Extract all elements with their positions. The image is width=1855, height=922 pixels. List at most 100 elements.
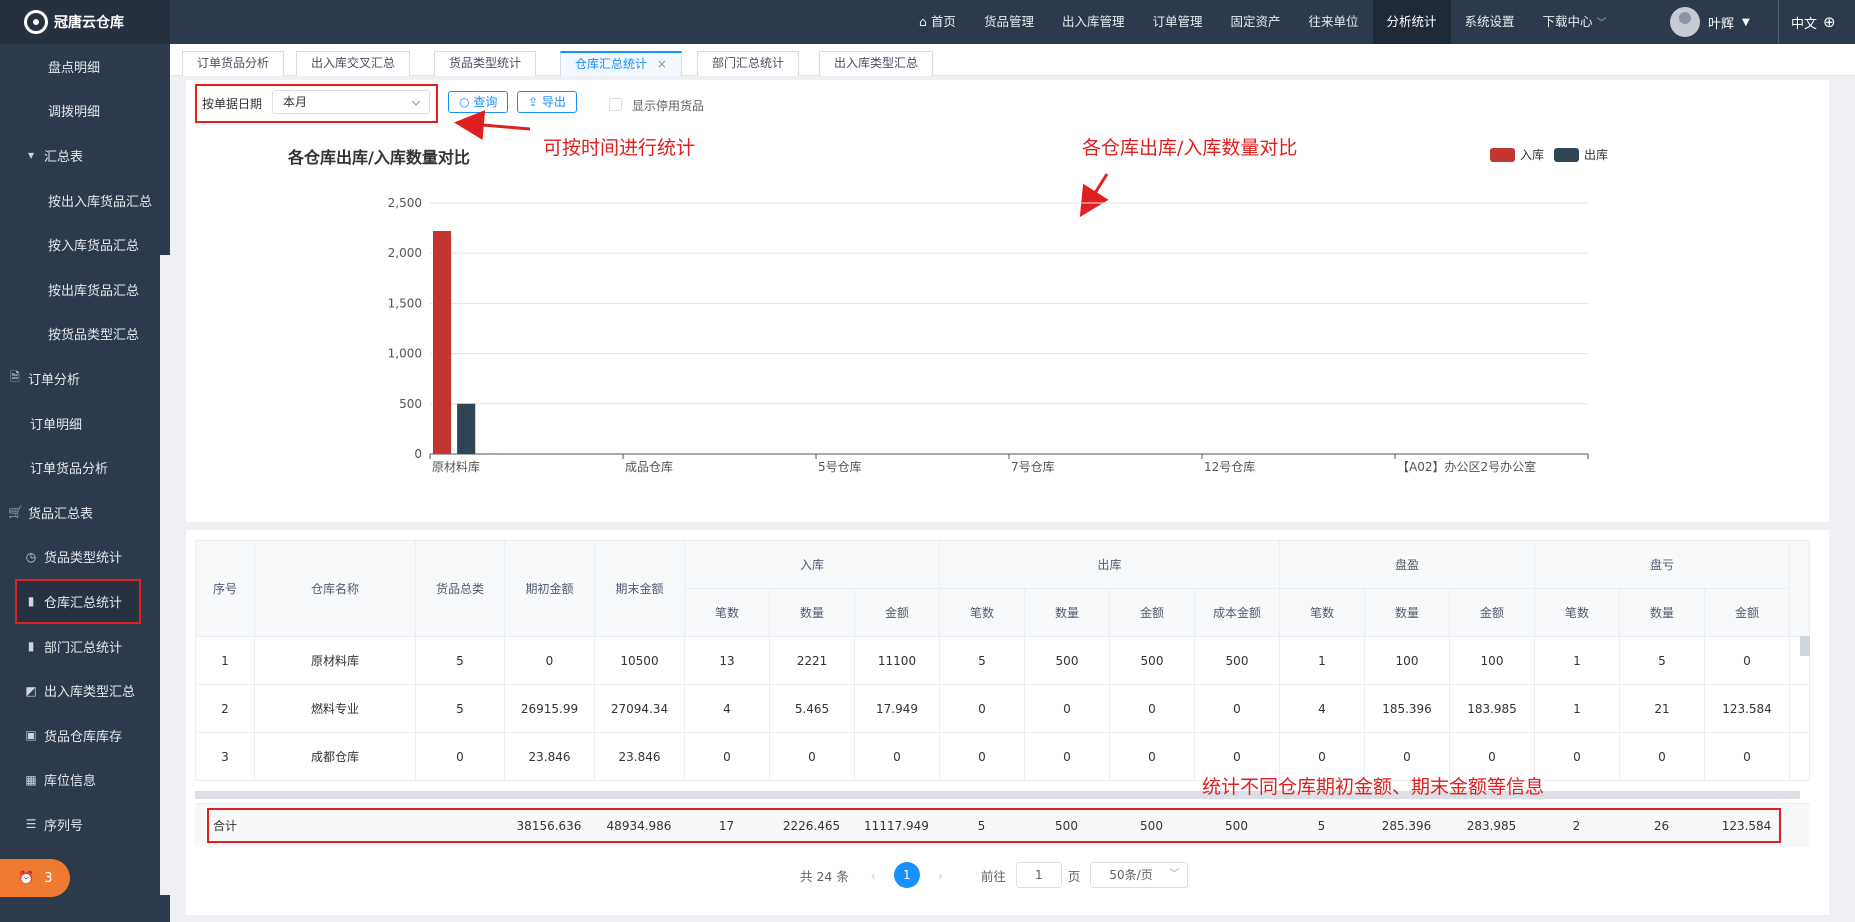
sidebar-item[interactable]: 盘点明细: [0, 44, 170, 89]
nav-item-inout[interactable]: 出入库管理: [1048, 0, 1139, 44]
tab-warehouse-summary[interactable]: 仓库汇总统计 ×: [560, 51, 682, 76]
app-logo[interactable]: 冠唐云仓库: [0, 0, 170, 44]
table-cell: 0: [1109, 684, 1195, 733]
prev-page-icon[interactable]: ‹: [871, 868, 876, 883]
sidebar-item[interactable]: 按出入库货品汇总: [0, 178, 170, 223]
chart-annotation: 各仓库出库/入库数量对比: [1082, 137, 1298, 159]
sidebar-scrollbar[interactable]: [160, 255, 170, 895]
sidebar-item[interactable]: ▣ 货品仓库库存: [0, 713, 170, 758]
table-cell: 13: [684, 636, 770, 685]
chevron-down-icon: [411, 97, 421, 106]
page-size-select[interactable]: 50条/页 ﹀: [1090, 862, 1189, 888]
table-cell: 0: [939, 684, 1025, 733]
sidebar-item[interactable]: 按入库货品汇总: [0, 222, 170, 267]
table-cell: 10500: [594, 636, 685, 685]
sidebar-item-label: 按出库货品汇总: [48, 283, 140, 299]
sidebar-item[interactable]: 按出库货品汇总: [0, 267, 170, 312]
page-tabs: 订单货品分析 出入库交叉汇总 货品类型统计 仓库汇总统计 × 部门汇总统计 出入…: [170, 44, 1855, 76]
table-cell: 0: [769, 732, 855, 781]
table-cell: 21: [1619, 684, 1705, 733]
table-cell: 11100: [854, 636, 940, 685]
sidebar-item-label: 订单货品分析: [30, 462, 109, 478]
table-cell: 0: [1024, 732, 1110, 781]
language-switch[interactable]: 中文 ⊕: [1778, 0, 1836, 44]
col-out-cost: 成本金额: [1194, 588, 1280, 637]
date-filter-label: 按单据日期: [202, 97, 263, 111]
nav-item-home[interactable]: ⌂ 首页: [905, 0, 970, 44]
grid-icon: ▦: [25, 772, 37, 787]
tab-inout-type-summary[interactable]: 出入库类型汇总: [819, 51, 934, 76]
row-gutter: [1789, 732, 1810, 781]
user-menu[interactable]: 叶辉 ▼: [1670, 0, 1750, 44]
tab-department-summary[interactable]: 部门汇总统计: [697, 51, 800, 76]
date-range-select[interactable]: 本月: [272, 90, 430, 114]
table-vertical-scrollbar[interactable]: [1800, 636, 1810, 656]
notification-badge[interactable]: ⏰ 3: [0, 859, 70, 897]
nav-item-downloads[interactable]: 下载中心 ﹀: [1529, 0, 1621, 44]
col-in-count: 笔数: [684, 588, 770, 637]
table-cell: 26915.99: [504, 684, 595, 733]
sidebar-item-label: 库位信息: [44, 774, 97, 790]
sidebar-item[interactable]: ☰ 序列号: [0, 802, 170, 847]
table-row[interactable]: 1 原材料库 5 0 10500 13 2221 11100 5 500 500 500 1 100 100…: [195, 636, 1810, 685]
sidebar-item[interactable]: 按货品类型汇总: [0, 312, 170, 357]
table-cell: 500: [1194, 636, 1280, 685]
close-icon[interactable]: ×: [657, 57, 667, 71]
nav-item-goods[interactable]: 货品管理: [970, 0, 1048, 44]
nav-item-orders[interactable]: 订单管理: [1138, 0, 1216, 44]
page-number-current[interactable]: 1: [893, 862, 920, 888]
sidebar-item[interactable]: 🛒 货品汇总表: [0, 490, 170, 535]
sidebar-item[interactable]: ◩ 出入库类型汇总: [0, 668, 170, 713]
sidebar-item[interactable]: 订单货品分析: [0, 445, 170, 490]
next-page-icon[interactable]: ›: [938, 868, 943, 883]
sidebar-item[interactable]: ▮ 仓库汇总统计: [15, 579, 141, 624]
nav-item-settings[interactable]: 系统设置: [1451, 0, 1529, 44]
nav-item-partners[interactable]: 往来单位: [1295, 0, 1373, 44]
col-loss-qty: 数量: [1619, 588, 1705, 637]
tab-order-goods-analysis[interactable]: 订单货品分析: [182, 51, 285, 76]
tab-goods-type-stats[interactable]: 货品类型统计: [434, 51, 537, 76]
table-row[interactable]: 2 燃料专业 5 26915.99 27094.34 4 5.465 17.949 0 0 0 0 4 1…: [195, 684, 1810, 733]
sidebar-item[interactable]: ▦ 库位信息: [0, 758, 170, 803]
nav-item-assets[interactable]: 固定资产: [1216, 0, 1294, 44]
export-button[interactable]: ⇪ 导出: [517, 91, 577, 113]
col-closing-amount: 期末金额: [594, 540, 685, 637]
table-cell: 5: [415, 684, 505, 733]
home-icon: ⌂: [919, 14, 927, 29]
query-button[interactable]: ○ 查询: [448, 91, 509, 113]
table-cell: 0: [504, 636, 595, 685]
filter-annotation: 可按时间进行统计: [543, 137, 696, 159]
sidebar-item[interactable]: 🗎 订单分析: [0, 356, 170, 401]
nav-item-analytics[interactable]: 分析统计: [1372, 0, 1451, 44]
top-bar: 冠唐云仓库 ⌂ 首页 货品管理 出入库管理 订单管理 固定资产 往来单位 分析统…: [0, 0, 1855, 44]
col-warehouse-name: 仓库名称: [254, 540, 416, 637]
table-horizontal-scrollbar[interactable]: [195, 791, 1800, 799]
avatar: [1670, 7, 1700, 37]
show-disabled-checkbox[interactable]: [609, 98, 622, 111]
table-cell: 17.949: [854, 684, 940, 733]
clock-icon: ◷: [25, 549, 37, 564]
table-cell: 0: [415, 732, 505, 781]
sidebar-item-label: 出入库类型汇总: [44, 685, 136, 701]
table-row[interactable]: 3 成都仓库 0 23.846 23.846 0 0 0 0 0 0 0 0 0 0 0 0 0: [195, 732, 1810, 781]
sidebar-item[interactable]: ▾ 汇总表: [0, 133, 170, 178]
table-cell: 1: [1534, 636, 1620, 685]
sidebar-item[interactable]: ◷ 货品类型统计: [0, 535, 170, 580]
sidebar-item[interactable]: ▮ 部门汇总统计: [0, 624, 170, 669]
col-group-in: 入库: [684, 540, 940, 589]
bar-chart-icon: ▮: [27, 639, 35, 654]
goto-page-input[interactable]: 1: [1015, 862, 1062, 888]
total-count: 共 24 条: [800, 868, 849, 884]
chevron-down-icon: ﹀: [1169, 869, 1180, 880]
sidebar-item[interactable]: 订单明细: [0, 401, 170, 446]
table-cell: 100: [1364, 636, 1450, 685]
sidebar-item-label: 调拨明细: [48, 105, 101, 121]
sidebar-item[interactable]: 调拨明细: [0, 89, 170, 134]
col-index: 序号: [195, 540, 255, 637]
sidebar-item-label: 部门汇总统计: [44, 640, 123, 656]
tab-inout-cross-summary[interactable]: 出入库交叉汇总: [296, 51, 411, 76]
search-icon: ○: [459, 95, 470, 109]
col-out-count: 笔数: [939, 588, 1025, 637]
col-out-qty: 数量: [1024, 588, 1110, 637]
table-cell: 185.396: [1364, 684, 1450, 733]
